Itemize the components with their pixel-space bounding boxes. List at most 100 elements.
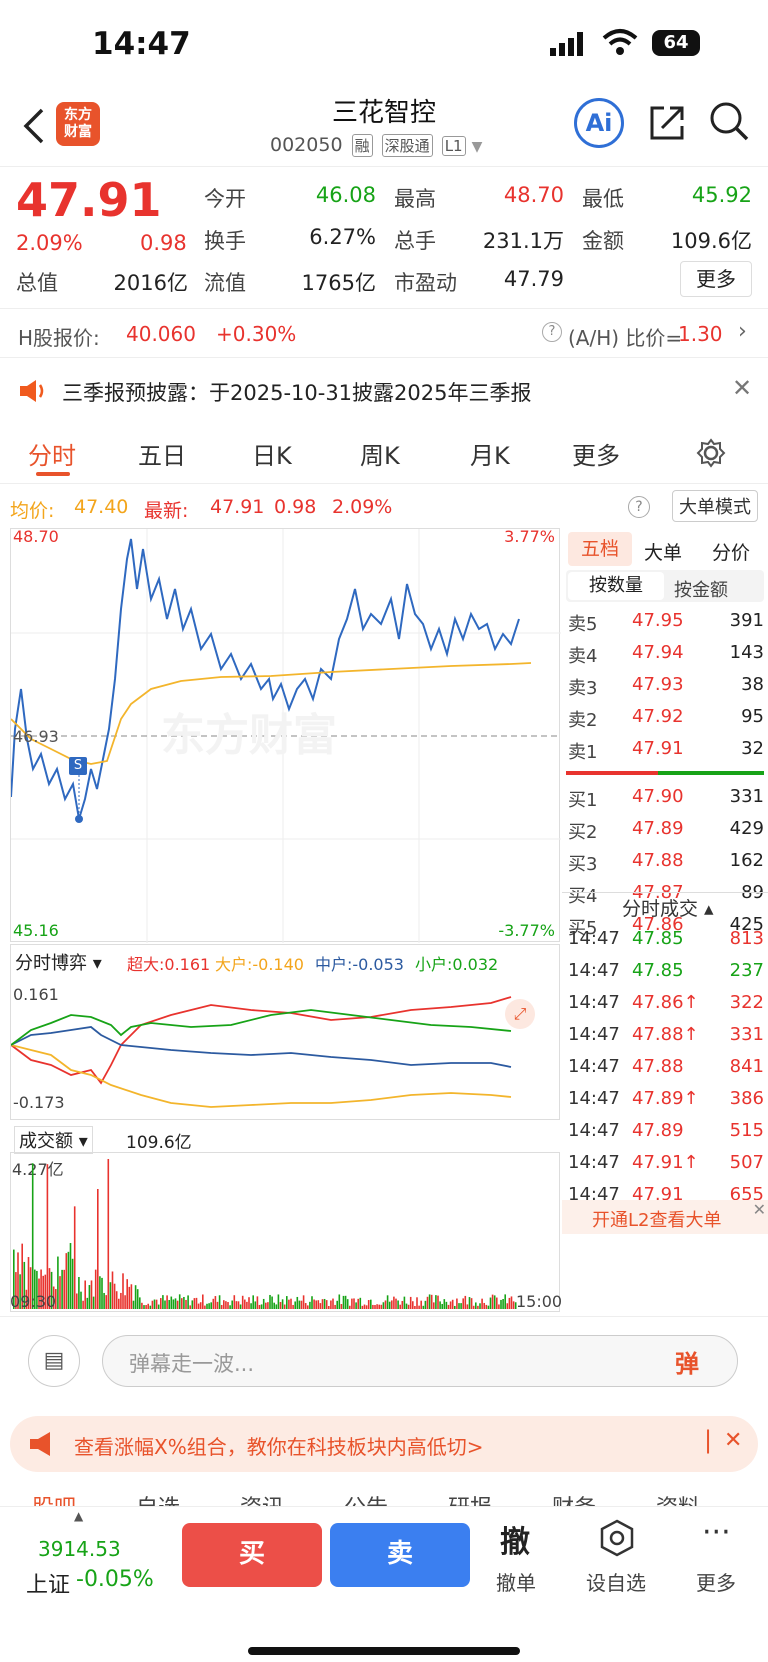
level-qty: 38 — [741, 674, 764, 695]
volume-bar — [122, 1273, 124, 1309]
chevron-down-icon: ▼ — [471, 139, 483, 155]
ai-button[interactable]: Ai — [574, 98, 624, 148]
tab-5day[interactable]: 五日 — [138, 436, 186, 471]
volume-bar — [206, 1303, 208, 1309]
volume-bar — [195, 1297, 198, 1309]
volume-bar — [462, 1298, 464, 1309]
volume-bar — [315, 1300, 317, 1309]
volume-bar — [90, 1280, 93, 1309]
close-icon[interactable]: ✕ — [724, 1428, 742, 1453]
tab-intraday[interactable]: 分时 — [28, 436, 76, 471]
flow-chart[interactable]: 分时博弈 ▾ 超大:0.161 大户:-0.140 中户:-0.053 小户:0… — [10, 944, 560, 1120]
volume-bar — [325, 1300, 328, 1309]
volume-bar — [220, 1304, 223, 1309]
order-level-row: 卖1 47.91 32 — [566, 738, 764, 768]
volume-bar — [193, 1298, 196, 1309]
volume-bar — [233, 1295, 236, 1309]
quote-label: 最高 — [394, 187, 436, 211]
volume-bar — [433, 1302, 435, 1309]
tab-weekly-k[interactable]: 周K — [360, 436, 400, 471]
volume-bar — [134, 1285, 137, 1309]
volume-bar — [109, 1282, 112, 1309]
settings-gear-icon[interactable] — [696, 438, 726, 474]
add-watchlist-label[interactable]: 设自选 — [586, 1567, 646, 1596]
trade-qty: 331 — [729, 1024, 764, 1045]
l2-promo[interactable]: 开通L2查看大单 ✕ — [562, 1200, 768, 1234]
volume-bar — [183, 1296, 185, 1309]
ah-ratio: 1.30 — [678, 322, 723, 346]
volume-bar — [283, 1304, 286, 1309]
chevron-right-icon: › — [738, 319, 747, 344]
close-icon[interactable]: ✕ — [753, 1200, 766, 1219]
danmu-send-button[interactable]: 弹 — [675, 1344, 699, 1379]
volume-bar — [407, 1304, 410, 1309]
comment-settings-icon[interactable]: ▤ — [28, 1335, 80, 1387]
level-qty: 391 — [729, 610, 764, 631]
volume-bar — [443, 1299, 446, 1309]
tab-big-orders[interactable]: 大单 — [644, 538, 682, 565]
volume-bar — [199, 1302, 202, 1309]
quote-value: 231.1万 — [482, 229, 564, 253]
volume-bar — [145, 1305, 147, 1309]
more-label[interactable]: 更多 — [696, 1567, 736, 1596]
stock-code-row[interactable]: 002050 融 深股通 L1 ▼ — [270, 134, 482, 157]
subtab-by-amount[interactable]: 按金额 — [674, 576, 728, 602]
volume-bar — [414, 1305, 416, 1309]
tab-daily-k[interactable]: 日K — [252, 436, 292, 471]
volume-bar — [468, 1297, 471, 1309]
help-icon[interactable]: ? — [628, 496, 650, 518]
intraday-chart[interactable]: 48.70 45.16 3.77% -3.77% 46.93 东方财富 S — [10, 527, 561, 943]
tab-five-levels[interactable]: 五档 — [568, 532, 632, 566]
trade-row: 14:47 47.88↑ 331 — [566, 1024, 764, 1054]
latest-change: 0.98 — [274, 496, 317, 518]
volume-bar — [176, 1300, 179, 1309]
expand-icon[interactable]: ⤢ — [505, 999, 535, 1029]
tab-price-dist[interactable]: 分价 — [712, 538, 750, 565]
more-quote-button[interactable]: 更多 — [680, 261, 752, 297]
signal-marker[interactable]: S — [69, 757, 87, 775]
trades-title[interactable]: 分时成交 ▴ — [622, 894, 714, 921]
volume-bar — [496, 1297, 498, 1309]
volume-bar — [113, 1283, 116, 1309]
volume-bar — [160, 1298, 162, 1309]
volume-bar — [67, 1251, 70, 1309]
buy-button[interactable]: 买 — [182, 1523, 322, 1587]
volume-bar — [483, 1302, 485, 1309]
volume-bar — [84, 1280, 86, 1309]
volume-bar — [153, 1299, 156, 1309]
level-label: 卖5 — [568, 614, 598, 635]
sell-button[interactable]: 卖 — [330, 1523, 470, 1587]
latest-label: 最新: — [144, 500, 189, 522]
change-percent: 2.09% — [16, 231, 83, 255]
promo-text: 查看涨幅X%组合，教你在科技板块内高低切> — [74, 1435, 484, 1459]
volume-selector[interactable]: 成交额 ▾ — [14, 1126, 93, 1154]
add-watchlist-icon[interactable] — [598, 1519, 636, 1561]
big-order-mode-button[interactable]: 大单模式 — [672, 490, 758, 522]
volume-bar — [197, 1303, 200, 1309]
share-icon[interactable] — [648, 102, 688, 146]
volume-chart[interactable]: 成交额 ▾ 109.6亿 4.27亿 09:30 15:00 — [10, 1120, 562, 1314]
cancel-order-label[interactable]: 撤单 — [496, 1567, 536, 1596]
trade-price: 47.91↑ — [632, 1152, 699, 1173]
chart-ymin: 45.16 — [13, 921, 59, 940]
volume-bar — [435, 1295, 437, 1309]
volume-total: 109.6亿 — [126, 1133, 192, 1153]
subtab-by-volume[interactable]: 按数量 — [568, 572, 664, 600]
notice-bar[interactable]: 三季报预披露：于2025-10-31披露2025年三季报 ✕ — [0, 362, 768, 422]
close-icon[interactable]: ✕ — [732, 374, 752, 402]
danmu-input[interactable]: 弹幕走一波... 弹 — [102, 1335, 738, 1387]
volume-bar — [279, 1301, 282, 1309]
more-dots-icon[interactable]: ··· — [702, 1515, 731, 1550]
h-share-bar[interactable]: H股报价: 40.060 +0.30% ? (A/H) 比价= 1.30 › — [0, 308, 768, 358]
volume-bar — [31, 1163, 34, 1309]
volume-bar — [212, 1298, 215, 1309]
volume-bar — [101, 1277, 103, 1309]
help-icon[interactable]: ? — [542, 322, 562, 342]
promo-banner[interactable]: 查看涨幅X%组合，教你在科技板块内高低切> | ✕ — [10, 1416, 758, 1472]
volume-bar — [237, 1301, 240, 1309]
tab-monthly-k[interactable]: 月K — [470, 436, 510, 471]
h-share-change: +0.30% — [216, 322, 297, 346]
cancel-order-icon[interactable]: 撤 — [500, 1517, 530, 1561]
search-icon[interactable] — [708, 100, 750, 146]
tab-more[interactable]: 更多 — [572, 436, 620, 471]
